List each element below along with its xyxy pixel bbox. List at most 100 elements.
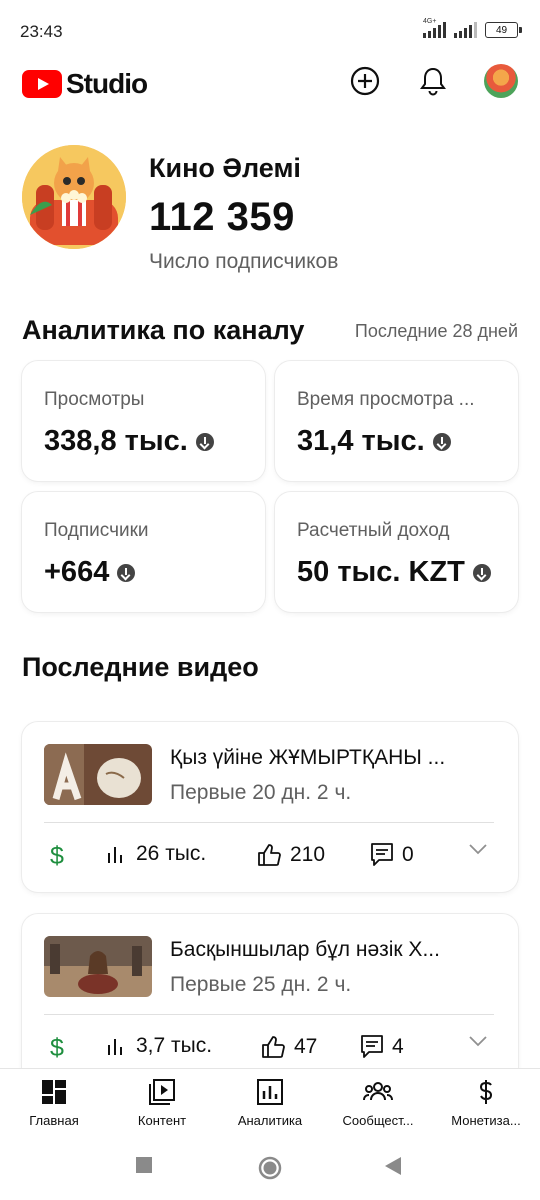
video-title: Қыз үйіне ЖҰМЫРТҚАНЫ ... xyxy=(170,746,446,769)
divider xyxy=(44,822,494,823)
divider xyxy=(44,1014,494,1015)
account-avatar[interactable] xyxy=(484,64,518,98)
likes-stat: 47 xyxy=(260,1034,317,1060)
subscribers-card[interactable]: Подписчики +664 xyxy=(22,492,265,612)
circle-icon xyxy=(258,1156,282,1180)
notifications-button[interactable] xyxy=(416,64,450,98)
signal-icon-2 xyxy=(454,22,477,38)
card-value-text: +664 xyxy=(44,556,110,588)
status-icons: 4G+ 49 xyxy=(423,18,522,38)
arrow-down-circle-icon xyxy=(195,432,214,451)
dollar-icon: $ xyxy=(50,1034,64,1062)
card-label: Время просмотра ... xyxy=(297,389,475,410)
triangle-back-icon xyxy=(385,1157,401,1175)
chevron-down-icon xyxy=(469,1036,487,1047)
comments-value: 0 xyxy=(402,843,414,866)
square-icon xyxy=(136,1157,152,1173)
nav-label: Контент xyxy=(137,1113,187,1128)
back-button[interactable] xyxy=(384,1156,402,1181)
card-label: Подписчики xyxy=(44,520,149,541)
content-icon xyxy=(147,1077,177,1107)
card-value-text: 31,4 тыс. xyxy=(297,425,425,457)
arrow-down-circle-icon xyxy=(472,563,491,582)
likes-stat: 210 xyxy=(256,842,325,868)
nav-label: Монетиза... xyxy=(451,1113,521,1128)
bell-icon xyxy=(420,67,446,96)
analytics-icon xyxy=(255,1077,285,1107)
community-icon xyxy=(363,1077,393,1107)
app-bar-actions xyxy=(348,64,518,98)
recents-button[interactable] xyxy=(135,1156,153,1179)
likes-value: 47 xyxy=(294,1035,318,1058)
subscriber-count: 112 359 xyxy=(149,195,295,239)
battery-level: 49 xyxy=(495,24,508,36)
nav-item-dashboard[interactable]: Главная xyxy=(0,1077,108,1128)
card-value: 50 тыс. KZT xyxy=(297,556,491,589)
video-stats: $ 26 тыс. 210 0 xyxy=(44,842,496,872)
analytics-title: Аналитика по каналу xyxy=(22,315,305,345)
youtube-studio-logo[interactable]: Studio xyxy=(22,68,148,100)
expand-button[interactable] xyxy=(468,1034,488,1048)
views-stat: 3,7 тыс. xyxy=(104,1034,212,1058)
analytics-period: Последние 28 дней xyxy=(354,321,518,341)
video-thumbnail[interactable] xyxy=(44,936,152,997)
card-value-text: 50 тыс. KZT xyxy=(297,556,465,588)
status-bar: 23:43 4G+ 49 xyxy=(0,0,540,62)
app-bar: Studio xyxy=(0,62,540,108)
nav-item-content[interactable]: Контент xyxy=(108,1077,216,1128)
revenue-card[interactable]: Расчетный доход 50 тыс. KZT xyxy=(275,492,518,612)
recent-videos-title: Последние видео xyxy=(22,652,259,682)
nav-item-analytics[interactable]: Аналитика xyxy=(216,1077,324,1128)
arrow-down-circle-icon xyxy=(432,432,451,451)
create-button[interactable] xyxy=(348,64,382,98)
create-icon xyxy=(350,66,380,96)
video-thumbnail-image xyxy=(44,936,152,997)
thumbs-up-icon xyxy=(262,1036,285,1058)
thumbs-up-icon xyxy=(258,844,281,866)
signal-icon: 4G+ xyxy=(423,18,446,38)
views-stat: 26 тыс. xyxy=(104,842,206,866)
nav-item-community[interactable]: Сообщест... xyxy=(324,1077,432,1128)
card-value: 31,4 тыс. xyxy=(297,425,451,458)
home-button[interactable] xyxy=(258,1156,282,1185)
chevron-down-icon xyxy=(469,844,487,855)
channel-name: Кино Әлемі xyxy=(149,153,301,183)
comment-icon xyxy=(371,843,393,866)
monetization-status: $ xyxy=(50,842,64,871)
watch-time-card[interactable]: Время просмотра ... 31,4 тыс. xyxy=(275,361,518,481)
card-label: Просмотры xyxy=(44,389,145,410)
bar-chart-icon xyxy=(108,1039,122,1055)
video-thumbnail-image xyxy=(44,744,152,805)
nav-label: Главная xyxy=(29,1113,79,1128)
views-card[interactable]: Просмотры 338,8 тыс. xyxy=(22,361,265,481)
subscriber-label: Число подписчиков xyxy=(149,250,339,273)
monetization-icon xyxy=(471,1077,501,1107)
dollar-icon: $ xyxy=(50,842,64,870)
video-meta: Первые 20 дн. 2 ч. xyxy=(170,781,352,804)
comment-icon xyxy=(361,1035,383,1058)
expand-button[interactable] xyxy=(468,842,488,856)
card-value: +664 xyxy=(44,556,136,589)
channel-avatar-image xyxy=(22,145,126,249)
video-card[interactable]: Қыз үйіне ЖҰМЫРТҚАНЫ ... Первые 20 дн. 2… xyxy=(22,722,518,892)
video-card[interactable]: Басқыншылар бұл нәзік Х... Первые 25 дн.… xyxy=(22,914,518,1084)
bottom-navigation: Главная Контент Аналитика Сообщест... Мо… xyxy=(0,1068,540,1136)
nav-item-monetization[interactable]: Монетиза... xyxy=(432,1077,540,1128)
card-value-text: 338,8 тыс. xyxy=(44,425,188,457)
views-value: 26 тыс. xyxy=(136,842,207,865)
dashboard-icon xyxy=(39,1077,69,1107)
video-meta: Первые 25 дн. 2 ч. xyxy=(170,973,352,996)
video-title: Басқыншылар бұл нәзік Х... xyxy=(170,938,440,961)
logo-text: Studio xyxy=(66,68,148,99)
battery-icon: 49 xyxy=(485,22,522,38)
youtube-play-icon xyxy=(22,70,62,98)
video-thumbnail[interactable] xyxy=(44,744,152,805)
network-type: 4G+ xyxy=(423,18,437,25)
channel-avatar[interactable] xyxy=(22,145,126,249)
views-value: 3,7 тыс. xyxy=(136,1034,213,1057)
channel-header: Кино Әлемі 112 359 Число подписчиков xyxy=(22,145,522,285)
arrow-down-circle-icon xyxy=(117,563,136,582)
comments-value: 4 xyxy=(392,1035,404,1058)
video-stats: $ 3,7 тыс. 47 4 xyxy=(44,1034,496,1064)
status-time: 23:43 xyxy=(20,22,63,41)
